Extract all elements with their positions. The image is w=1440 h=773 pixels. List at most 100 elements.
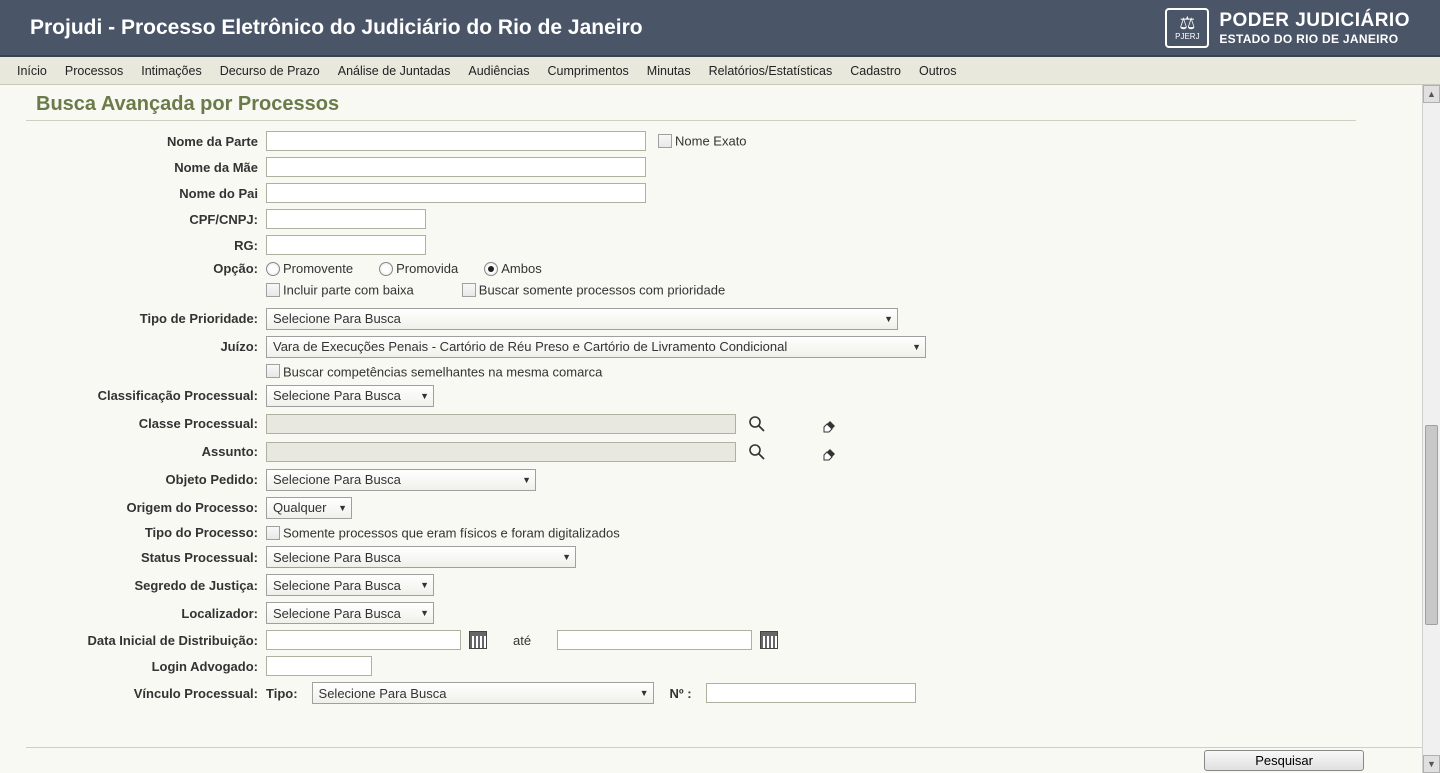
label-data-inicial: Data Inicial de Distribuição: [36, 633, 266, 648]
radio-ambos-label: Ambos [501, 261, 541, 276]
caret-down-icon: ▼ [338, 503, 347, 513]
caret-down-icon: ▼ [420, 391, 429, 401]
status-processual-value: Selecione Para Busca [273, 550, 401, 565]
scroll-down-icon[interactable]: ▼ [1423, 755, 1440, 773]
juizo-select[interactable]: Vara de Execuções Penais - Cartório de R… [266, 336, 926, 358]
assunto-search-button[interactable] [744, 441, 770, 463]
app-title: Projudi - Processo Eletrônico do Judiciá… [30, 16, 643, 40]
objeto-pedido-select[interactable]: Selecione Para Busca ▼ [266, 469, 536, 491]
menu-outros[interactable]: Outros [912, 60, 964, 82]
objeto-pedido-value: Selecione Para Busca [273, 472, 401, 487]
radio-promovente[interactable] [266, 262, 280, 276]
label-classe-processual: Classe Processual: [36, 416, 266, 431]
radio-ambos[interactable] [484, 262, 498, 276]
radio-promovida[interactable] [379, 262, 393, 276]
title-divider [26, 120, 1356, 121]
tipo-prioridade-value: Selecione Para Busca [273, 311, 401, 326]
nome-parte-input[interactable] [266, 131, 646, 151]
menu-relatorios[interactable]: Relatórios/Estatísticas [702, 60, 840, 82]
vinculo-tipo-select[interactable]: Selecione Para Busca ▼ [312, 682, 654, 704]
classe-clear-button[interactable] [816, 413, 842, 435]
magnifier-icon [748, 443, 766, 461]
menu-analise[interactable]: Análise de Juntadas [331, 60, 458, 82]
nome-mae-input[interactable] [266, 157, 646, 177]
caret-down-icon: ▼ [420, 580, 429, 590]
menu-intimacoes[interactable]: Intimações [134, 60, 208, 82]
localizador-value: Selecione Para Busca [273, 606, 401, 621]
menu-cumprimentos[interactable]: Cumprimentos [541, 60, 636, 82]
label-nome-pai: Nome do Pai [36, 186, 266, 201]
data-inicial-from-input[interactable] [266, 630, 461, 650]
segredo-justica-value: Selecione Para Busca [273, 578, 401, 593]
label-nome-mae: Nome da Mãe [36, 160, 266, 175]
page-title: Busca Avançada por Processos [36, 93, 1422, 116]
label-class-processual: Classificação Processual: [36, 388, 266, 403]
rg-input[interactable] [266, 235, 426, 255]
class-processual-select[interactable]: Selecione Para Busca ▼ [266, 385, 434, 407]
label-vinculo-processual: Vínculo Processual: [36, 686, 266, 701]
calendar-icon-to[interactable] [760, 631, 778, 649]
login-advogado-input[interactable] [266, 656, 372, 676]
origem-processo-value: Qualquer [273, 500, 326, 515]
header-right-line1: PODER JUDICIÁRIO [1219, 10, 1410, 32]
calendar-icon-from[interactable] [469, 631, 487, 649]
data-inicial-to-input[interactable] [557, 630, 752, 650]
incluir-baixa-label: Incluir parte com baixa [283, 283, 414, 298]
menu-cadastro[interactable]: Cadastro [843, 60, 908, 82]
buscar-competencias-label: Buscar competências semelhantes na mesma… [283, 364, 602, 379]
caret-down-icon: ▼ [640, 688, 649, 698]
radio-promovida-label: Promovida [396, 261, 458, 276]
classe-search-button[interactable] [744, 413, 770, 435]
header-right: ⚖ PJERJ PODER JUDICIÁRIO ESTADO DO RIO D… [1165, 8, 1410, 48]
magnifier-icon [748, 415, 766, 433]
vertical-scrollbar[interactable]: ▲ ▼ [1422, 85, 1440, 773]
header-right-line2: ESTADO DO RIO DE JANEIRO [1219, 32, 1410, 46]
buscar-prioridade-checkbox[interactable] [462, 283, 476, 297]
label-nome-parte: Nome da Parte [36, 134, 266, 149]
menu-minutas[interactable]: Minutas [640, 60, 698, 82]
nome-exato-checkbox[interactable] [658, 134, 672, 148]
incluir-baixa-checkbox[interactable] [266, 283, 280, 297]
buscar-prioridade-label: Buscar somente processos com prioridade [479, 283, 725, 298]
cpf-cnpj-input[interactable] [266, 209, 426, 229]
somente-fisicos-checkbox[interactable] [266, 526, 280, 540]
label-tipo-prioridade: Tipo de Prioridade: [36, 311, 266, 326]
main-menu: Início Processos Intimações Decurso de P… [0, 57, 1440, 85]
label-tipo-processo: Tipo do Processo: [36, 525, 266, 540]
eraser-icon [820, 415, 838, 433]
label-origem-processo: Origem do Processo: [36, 500, 266, 515]
label-assunto: Assunto: [36, 444, 266, 459]
nome-exato-label: Nome Exato [675, 134, 747, 149]
assunto-clear-button[interactable] [816, 441, 842, 463]
scroll-thumb[interactable] [1425, 425, 1438, 625]
label-objeto-pedido: Objeto Pedido: [36, 472, 266, 487]
vinculo-tipo-value: Selecione Para Busca [319, 686, 447, 701]
segredo-justica-select[interactable]: Selecione Para Busca ▼ [266, 574, 434, 596]
origem-processo-select[interactable]: Qualquer ▼ [266, 497, 352, 519]
nome-pai-input[interactable] [266, 183, 646, 203]
caret-down-icon: ▼ [912, 342, 921, 352]
status-processual-select[interactable]: Selecione Para Busca ▼ [266, 546, 576, 568]
vinculo-no-input[interactable] [706, 683, 916, 703]
menu-processos[interactable]: Processos [58, 60, 130, 82]
localizador-select[interactable]: Selecione Para Busca ▼ [266, 602, 434, 624]
eraser-icon [820, 443, 838, 461]
label-juizo: Juízo: [36, 339, 266, 354]
label-no-sub: Nº : [670, 686, 692, 701]
pesquisar-button[interactable]: Pesquisar [1204, 750, 1364, 771]
scales-icon: ⚖ [1179, 14, 1195, 32]
caret-down-icon: ▼ [420, 608, 429, 618]
app-header: Projudi - Processo Eletrônico do Judiciá… [0, 0, 1440, 57]
scroll-up-icon[interactable]: ▲ [1423, 85, 1440, 103]
header-right-text: PODER JUDICIÁRIO ESTADO DO RIO DE JANEIR… [1219, 10, 1410, 46]
buscar-competencias-checkbox[interactable] [266, 364, 280, 378]
assunto-input[interactable] [266, 442, 736, 462]
menu-inicio[interactable]: Início [10, 60, 54, 82]
class-processual-value: Selecione Para Busca [273, 388, 401, 403]
tipo-prioridade-select[interactable]: Selecione Para Busca ▼ [266, 308, 898, 330]
menu-audiencias[interactable]: Audiências [461, 60, 536, 82]
caret-down-icon: ▼ [522, 475, 531, 485]
caret-down-icon: ▼ [562, 552, 571, 562]
menu-decurso[interactable]: Decurso de Prazo [213, 60, 327, 82]
classe-processual-input[interactable] [266, 414, 736, 434]
